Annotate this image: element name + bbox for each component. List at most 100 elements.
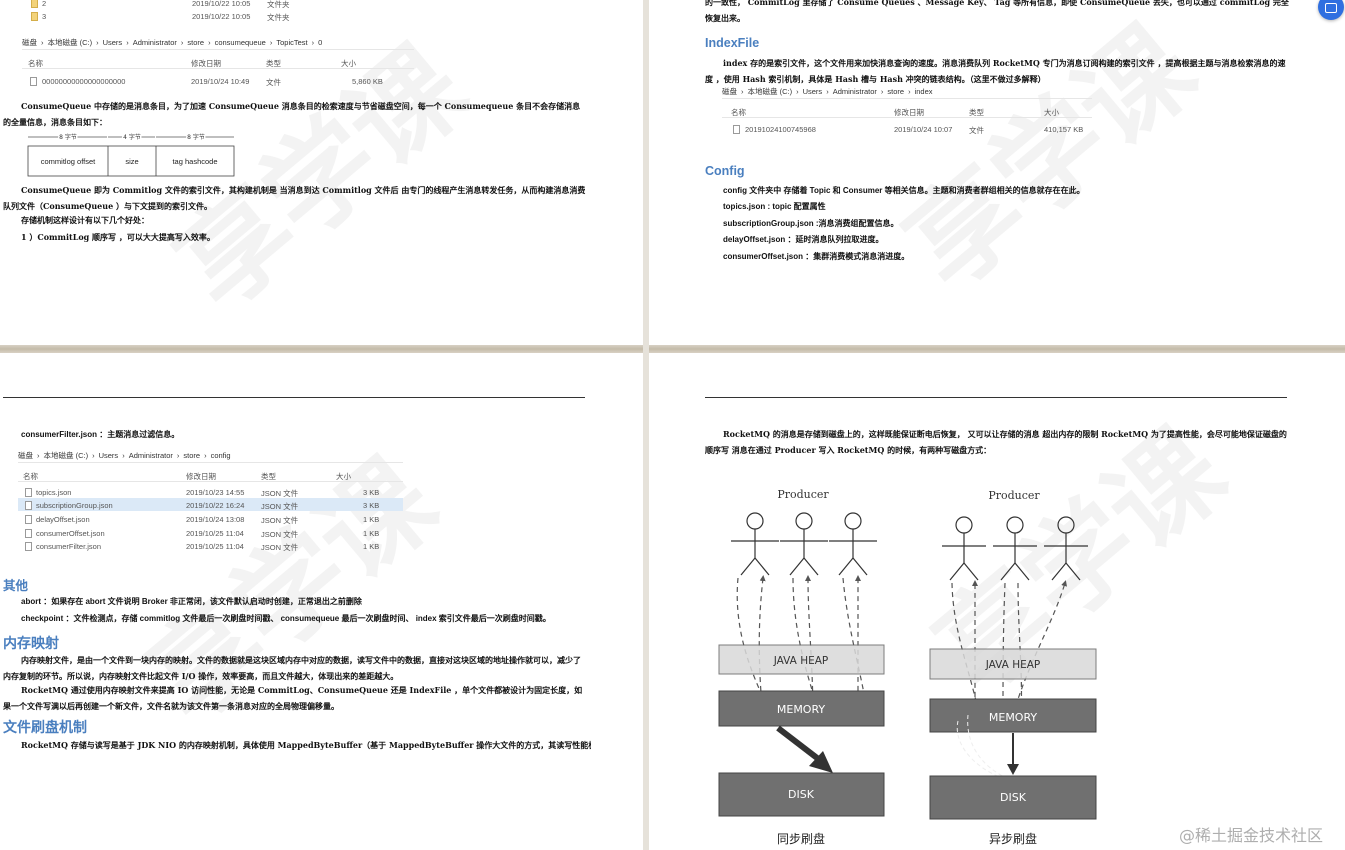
producer-figures — [731, 512, 877, 576]
section-heading-flush: 文件刷盘机制 — [3, 719, 87, 735]
list-item: 文件夹 — [267, 13, 290, 22]
producer-figures — [942, 516, 1088, 581]
memory-label: MEMORY — [989, 711, 1038, 724]
section-heading-mmap: 内存映射 — [3, 635, 59, 651]
disk-label: DISK — [788, 788, 815, 801]
header-rule — [705, 397, 1287, 398]
entry-cell: tag hashcode — [172, 157, 217, 166]
page-bottom-right: 享学课 RocketMQ 的消息是存储到磁盘上的，这样既能保证断电后恢复， 又可… — [649, 353, 1345, 850]
producer-label: Producer — [777, 488, 829, 501]
breadcrumb[interactable]: 磁盘 › 本地磁盘 (C:) › Users › Administrator › store › c… — [22, 37, 326, 48]
header-rule — [3, 397, 585, 398]
paragraph: ConsumeQueue 即为 Commitlog 文件的索引文件，其构建机制是… — [3, 185, 586, 211]
paragraph: abort ：如果存在 abort 文件说明 Broker 非正常闭，该文件默认… — [21, 597, 362, 606]
table-cell: 文件 — [969, 126, 984, 135]
paragraph: checkpoint ：文件检测点，存储 commitlog 文件最后一次刷盘时… — [21, 614, 551, 623]
table-cell: JSON 文件 — [261, 530, 299, 539]
folder-list: 2 2019/10/22 10:05 文件夹 3 2019/10/22 10:0… — [28, 0, 408, 27]
table-cell: 2019/10/24 10:49 — [191, 77, 250, 86]
table-cell: JSON 文件 — [261, 502, 299, 511]
page-top-right: 享学课 的一致性， CommitLog 里存储了 Consume Queues … — [649, 0, 1345, 345]
table-cell: 1 KB — [363, 542, 380, 551]
list-item[interactable]: 2 — [42, 0, 46, 8]
table-row[interactable]: 00000000000000000000 — [42, 77, 125, 86]
paragraph: index 存的是索引文件，这个文件用来加快消息查询的速度。消息消费队列 Roc… — [705, 58, 1286, 84]
file-icon — [733, 125, 740, 134]
table-cell: 3 KB — [363, 501, 380, 510]
table-cell: JSON 文件 — [261, 543, 299, 552]
list-item[interactable]: 3 — [42, 12, 46, 21]
file-explorer: 磁盘 › 本地磁盘 (C:) › Users › Administrator › store › c… — [18, 450, 403, 560]
page-top-left: 享学课 2 2019/10/22 10:05 文件夹 3 2019/10/22 … — [0, 0, 643, 345]
translate-icon — [1325, 3, 1337, 13]
table-row[interactable]: subscriptionGroup.json — [36, 501, 113, 510]
paragraph: 的一致性， CommitLog 里存储了 Consume Queues 、Mes… — [705, 0, 1289, 23]
caption: 同步刷盘 — [777, 831, 825, 846]
config-line: delayOffset.json ：延时消息队列拉取进度。 — [723, 235, 884, 244]
table-row[interactable]: consumerOffset.json — [36, 529, 105, 538]
list-item: 2019/10/22 10:05 — [192, 12, 251, 21]
table-cell: 2019/10/25 11:04 — [186, 529, 244, 538]
section-heading-config: Config — [705, 164, 745, 178]
paragraph: ConsumeQueue 中存储的是消息条目，为了加速 ConsumeQueue… — [3, 101, 581, 127]
paragraph: 1 ）CommitLog 顺序写 ，可以大大提高写入效率。 — [21, 232, 215, 242]
table-row[interactable]: delayOffset.json — [36, 515, 90, 524]
table-cell: 2019/10/25 11:04 — [186, 542, 244, 551]
config-line: config 文件夹中 存储着 Topic 和 Consumer 等相关信息。主… — [723, 186, 1085, 195]
file-icon — [25, 515, 32, 524]
disk-flush-diagram: Producer JAVA HEAP MEMORY DISK 同步刷盘 Prod… — [718, 488, 1097, 846]
breadcrumb[interactable]: 磁盘 › 本地磁盘 (C:) › Users › Administrator › store › c… — [18, 450, 235, 461]
table-cell: 2019/10/22 16:24 — [186, 501, 245, 510]
paragraph: RocketMQ 存储与读写是基于 JDK NIO 的内存映射机制，具体使用 M… — [21, 740, 591, 750]
async-flush-diagram: Producer JAVA HEAP MEMORY DISK 异步刷盘 — [929, 489, 1097, 846]
heap-label: JAVA HEAP — [985, 659, 1041, 671]
paragraph: RocketMQ 的消息是存储到磁盘上的，这样既能保证断电后恢复， 又可以让存储… — [705, 429, 1287, 455]
file-icon — [30, 77, 37, 86]
watermark: 享学课 — [866, 0, 1222, 317]
entry-cell: size — [125, 157, 138, 166]
breadcrumb[interactable]: 磁盘 › 本地磁盘 (C:) › Users › Administrator › store › i… — [722, 86, 937, 97]
table-cell: 2019/10/24 10:07 — [894, 125, 953, 134]
folder-icon — [31, 0, 38, 8]
file-explorer: 磁盘 › 本地磁盘 (C:) › Users › Administrator › store › c… — [22, 37, 414, 93]
list-item: 2019/10/22 10:05 — [192, 0, 251, 8]
byte-label: 8 字节 — [187, 133, 205, 141]
byte-label: 4 字节 — [123, 133, 141, 141]
section-heading-other: 其他 — [3, 579, 29, 593]
consumequeue-entry-diagram: 8 字节 4 字节 8 字节 commitlog offset size tag… — [27, 132, 235, 177]
page-bottom-left: 享学课 consumerFilter.json ：主题消息过滤信息。 磁盘›本地… — [0, 353, 643, 850]
site-watermark: @稀土掘金技术社区 — [1179, 826, 1324, 845]
disk-label: DISK — [1000, 791, 1027, 804]
paragraph: 存储机制这样设计有以下几个好处： — [21, 215, 149, 225]
table-cell: 410,157 KB — [1044, 125, 1084, 134]
translate-float-button[interactable] — [1318, 0, 1344, 20]
config-line: consumerOffset.json ：集群消费模式消息消进度。 — [723, 252, 910, 261]
page-gap-top — [0, 345, 1345, 353]
memory-label: MEMORY — [777, 703, 826, 716]
file-icon — [25, 488, 32, 497]
table-cell: 2019/10/23 14:55 — [186, 488, 245, 497]
table-cell: 1 KB — [363, 515, 380, 524]
heap-label: JAVA HEAP — [773, 655, 829, 667]
config-line: topics.json : topic 配置属性 — [723, 202, 826, 211]
table-cell: 3 KB — [363, 488, 380, 497]
table-cell: 文件 — [266, 78, 281, 87]
table-row[interactable]: 20191024100745968 — [745, 125, 816, 134]
file-explorer: 磁盘 › 本地磁盘 (C:) › Users › Administrator › store › i… — [722, 86, 1092, 141]
table-cell: 1 KB — [363, 529, 380, 538]
producer-label: Producer — [988, 489, 1040, 502]
config-line: subscriptionGroup.json :消息消费组配置信息。 — [723, 219, 899, 228]
table-row[interactable]: topics.json — [36, 488, 71, 497]
table-cell: 5,860 KB — [352, 77, 383, 86]
paragraph: RocketMQ 通过使用内存映射文件来提高 IO 访问性能，无论是 Commi… — [3, 685, 583, 711]
folder-icon — [31, 12, 38, 21]
section-heading-indexfile: IndexFile — [705, 36, 760, 50]
table-cell: JSON 文件 — [261, 489, 299, 498]
file-icon — [25, 501, 32, 510]
list-item: 文件夹 — [267, 0, 290, 9]
caption: 异步刷盘 — [989, 831, 1037, 846]
paragraph: 内存映射文件，是由一个文件到一块内存的映射。文件的数据就是这块区域内存中对应的数… — [3, 655, 581, 681]
table-row[interactable]: consumerFilter.json — [36, 542, 101, 551]
table-cell: JSON 文件 — [261, 516, 299, 525]
byte-label: 8 字节 — [59, 133, 77, 141]
